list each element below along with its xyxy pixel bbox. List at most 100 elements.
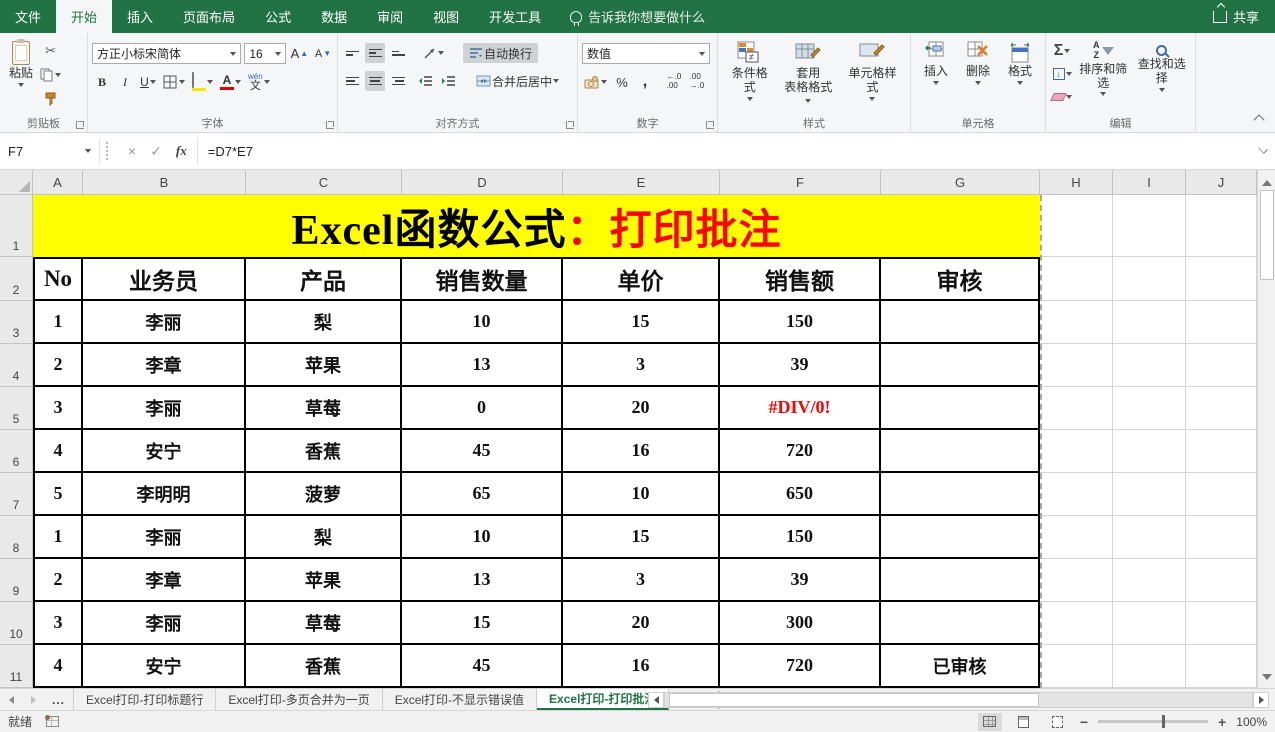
cell[interactable] <box>1186 559 1257 602</box>
align-center-button[interactable] <box>365 71 385 91</box>
cell[interactable] <box>1113 257 1186 301</box>
cell[interactable]: 39 <box>720 344 881 387</box>
cell[interactable]: 45 <box>402 430 563 473</box>
cut-button[interactable]: ✂ <box>38 41 63 61</box>
clear-button[interactable] <box>1050 87 1074 107</box>
select-all-corner[interactable] <box>0 170 33 195</box>
cell[interactable]: 13 <box>402 344 563 387</box>
fill-button[interactable]: ↓ <box>1050 64 1074 84</box>
cell[interactable] <box>1186 301 1257 344</box>
column-header-A[interactable]: A <box>33 170 83 195</box>
cell[interactable] <box>1186 344 1257 387</box>
cell[interactable]: 李明明 <box>83 473 246 516</box>
column-header-G[interactable]: G <box>881 170 1040 195</box>
delete-cells-button[interactable]: 删除 <box>961 37 995 116</box>
column-header-C[interactable]: C <box>246 170 402 195</box>
align-bottom-button[interactable] <box>388 43 408 63</box>
cell[interactable]: 2 <box>33 344 83 387</box>
cell[interactable]: 10 <box>402 516 563 559</box>
comma-style-button[interactable]: , <box>635 72 655 92</box>
cell[interactable]: 安宁 <box>83 645 246 688</box>
increase-indent-button[interactable] <box>438 71 458 91</box>
align-top-button[interactable] <box>342 43 362 63</box>
orientation-button[interactable] <box>421 43 446 63</box>
number-format-combo[interactable]: 数值 <box>582 43 710 64</box>
cell[interactable]: 梨 <box>246 301 402 344</box>
row-header-8[interactable]: 8 <box>0 516 33 559</box>
bold-button[interactable]: B <box>92 72 112 92</box>
vertical-scrollbar[interactable] <box>1257 170 1275 688</box>
font-name-combo[interactable]: 方正小标宋简体 <box>92 43 241 64</box>
row-header-9[interactable]: 9 <box>0 559 33 602</box>
horizontal-scrollbar[interactable] <box>648 691 1269 708</box>
cell[interactable] <box>1186 602 1257 645</box>
cell[interactable]: 5 <box>33 473 83 516</box>
cell[interactable] <box>1113 559 1186 602</box>
autosum-button[interactable]: Σ <box>1050 41 1074 61</box>
cell-styles-button[interactable]: 单元格样式 <box>839 37 906 116</box>
paste-button[interactable]: 粘贴 <box>4 37 38 109</box>
cell[interactable] <box>1040 473 1113 516</box>
cell[interactable]: 菠萝 <box>246 473 402 516</box>
cell[interactable]: 李丽 <box>83 301 246 344</box>
macro-record-icon[interactable] <box>46 716 59 727</box>
cell[interactable] <box>1040 257 1113 301</box>
row-header-4[interactable]: 4 <box>0 344 33 387</box>
cell[interactable]: 3 <box>563 559 720 602</box>
font-size-combo[interactable]: 16 <box>244 43 285 64</box>
cell[interactable]: 150 <box>720 301 881 344</box>
cell[interactable] <box>881 516 1040 559</box>
wrap-text-button[interactable]: 自动换行 <box>463 43 538 63</box>
copy-button[interactable] <box>38 65 63 85</box>
table-header-cell[interactable]: 审核 <box>881 257 1040 301</box>
table-header-cell[interactable]: 产品 <box>246 257 402 301</box>
find-select-button[interactable]: 查找和选择 <box>1133 37 1192 116</box>
tab-view[interactable]: 视图 <box>418 0 474 33</box>
italic-button[interactable]: I <box>115 72 135 92</box>
font-dialog-launcher[interactable] <box>326 121 334 129</box>
format-cells-button[interactable]: 格式 <box>1003 37 1037 116</box>
cell[interactable]: 20 <box>563 387 720 430</box>
vscroll-down-button[interactable] <box>1262 674 1272 680</box>
cell[interactable]: 李章 <box>83 344 246 387</box>
cell[interactable] <box>1040 430 1113 473</box>
underline-button[interactable]: U <box>138 72 158 92</box>
cell[interactable] <box>1040 344 1113 387</box>
cell[interactable] <box>1113 195 1186 257</box>
row-header-3[interactable]: 3 <box>0 301 33 344</box>
cell[interactable]: 65 <box>402 473 563 516</box>
cell[interactable] <box>1040 645 1113 688</box>
row-header-1[interactable]: 1 <box>0 195 33 257</box>
cell[interactable]: 10 <box>402 301 563 344</box>
cell[interactable] <box>1040 301 1113 344</box>
increase-decimal-button[interactable]: ←.0.00 <box>664 72 684 92</box>
shrink-font-button[interactable]: A▼ <box>313 44 333 64</box>
clipboard-dialog-launcher[interactable] <box>76 121 84 129</box>
cell[interactable]: 150 <box>720 516 881 559</box>
insert-cells-button[interactable]: 插入 <box>919 37 953 116</box>
cell[interactable]: 4 <box>33 645 83 688</box>
align-left-button[interactable] <box>342 71 362 91</box>
sheet-tab-1[interactable]: Excel打印-打印标题行 <box>74 689 216 710</box>
cell[interactable]: 李丽 <box>83 387 246 430</box>
cell[interactable]: 草莓 <box>246 602 402 645</box>
borders-button[interactable] <box>161 72 187 92</box>
tab-insert[interactable]: 插入 <box>112 0 168 33</box>
cell[interactable] <box>881 344 1040 387</box>
table-header-cell[interactable]: 销售数量 <box>402 257 563 301</box>
zoom-level-label[interactable]: 100% <box>1236 715 1267 729</box>
row-header-7[interactable]: 7 <box>0 473 33 516</box>
cell[interactable]: 650 <box>720 473 881 516</box>
cell[interactable] <box>1113 301 1186 344</box>
zoom-slider[interactable] <box>1098 720 1208 723</box>
cell[interactable]: 16 <box>563 645 720 688</box>
name-box[interactable]: F7 <box>0 138 100 164</box>
align-middle-button[interactable] <box>365 43 385 63</box>
sheet-tab-2[interactable]: Excel打印-多页合并为一页 <box>216 689 382 710</box>
cell[interactable] <box>1113 387 1186 430</box>
hscroll-left-button[interactable] <box>648 692 664 708</box>
tab-file[interactable]: 文件 <box>0 0 56 33</box>
cell[interactable]: 16 <box>563 430 720 473</box>
cell[interactable]: 已审核 <box>881 645 1040 688</box>
tab-data[interactable]: 数据 <box>306 0 362 33</box>
